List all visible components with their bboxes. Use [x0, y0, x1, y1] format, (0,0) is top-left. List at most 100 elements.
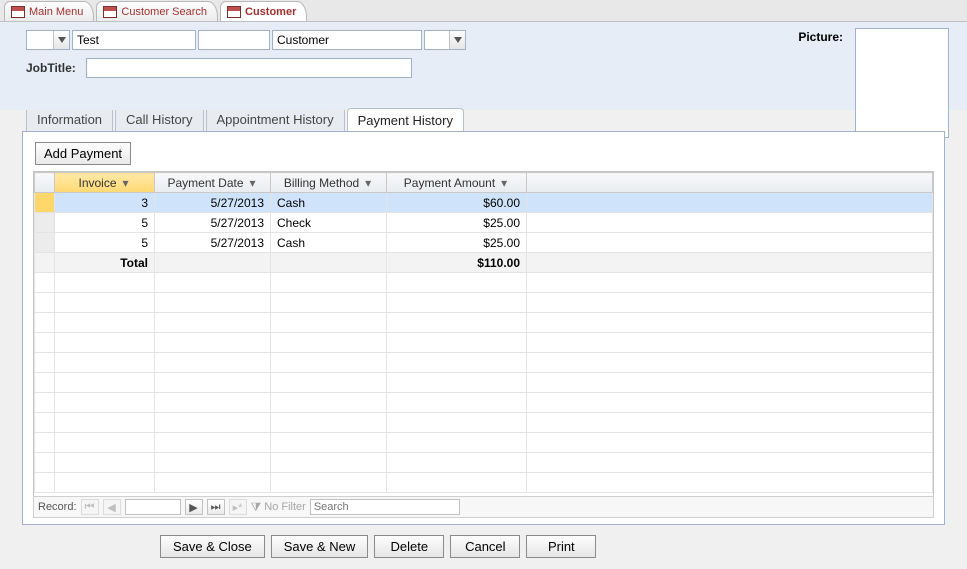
- save-new-button[interactable]: Save & New: [271, 535, 369, 558]
- nav-first-icon[interactable]: ⏮: [81, 499, 99, 515]
- form-icon: [11, 6, 25, 18]
- cell-empty: [155, 253, 271, 273]
- first-name-field[interactable]: [72, 30, 196, 50]
- nav-prev-icon[interactable]: ◀: [103, 499, 121, 515]
- col-label: Billing Method: [284, 176, 359, 190]
- name-prefix-input[interactable]: [27, 31, 53, 49]
- cell-invoice[interactable]: 5: [55, 213, 155, 233]
- record-search-input[interactable]: [310, 499, 460, 515]
- empty-row: [35, 413, 933, 433]
- cell-spacer: [527, 233, 933, 253]
- cell-method[interactable]: Cash: [271, 233, 387, 253]
- window-tab-bar: Main Menu Customer Search Customer: [0, 0, 967, 22]
- cell-spacer: [527, 213, 933, 233]
- empty-row: [35, 433, 933, 453]
- empty-row: [35, 453, 933, 473]
- col-label: Invoice: [78, 176, 116, 190]
- empty-row: [35, 353, 933, 373]
- cell-date[interactable]: 5/27/2013: [155, 213, 271, 233]
- print-button[interactable]: Print: [526, 535, 596, 558]
- col-payment-date[interactable]: Payment Date ▾: [155, 173, 271, 193]
- tab-call-history[interactable]: Call History: [115, 107, 203, 131]
- save-close-button[interactable]: Save & Close: [160, 535, 265, 558]
- cell-empty: [271, 253, 387, 273]
- filter-indicator[interactable]: ⧩ No Filter: [251, 500, 306, 515]
- chevron-down-icon[interactable]: [449, 31, 465, 49]
- cell-spacer: [527, 193, 933, 213]
- name-suffix-combo[interactable]: [424, 30, 466, 50]
- window-tab-label: Main Menu: [29, 6, 83, 18]
- totals-row: Total $110.00: [35, 253, 933, 273]
- nav-last-icon[interactable]: ⏭: [207, 499, 225, 515]
- cell-invoice[interactable]: 5: [55, 233, 155, 253]
- job-title-label: JobTitle:: [26, 61, 76, 75]
- row-selector[interactable]: [35, 233, 55, 253]
- job-title-input[interactable]: [87, 59, 411, 77]
- empty-row: [35, 273, 933, 293]
- col-invoice[interactable]: Invoice ▾: [55, 173, 155, 193]
- col-label: Payment Date: [167, 176, 243, 190]
- table-row[interactable]: 3 5/27/2013 Cash $60.00: [35, 193, 933, 213]
- chevron-down-icon[interactable]: ▾: [121, 176, 131, 190]
- action-bar: Save & Close Save & New Delete Cancel Pr…: [0, 525, 967, 558]
- nav-next-icon[interactable]: ▶: [185, 499, 203, 515]
- window-tab-label: Customer Search: [121, 6, 207, 18]
- first-name-input[interactable]: [73, 31, 195, 49]
- table-row[interactable]: 5 5/27/2013 Cash $25.00: [35, 233, 933, 253]
- tab-payment-history[interactable]: Payment History: [347, 108, 464, 132]
- cell-method[interactable]: Check: [271, 213, 387, 233]
- cell-amount[interactable]: $25.00: [387, 213, 527, 233]
- empty-row: [35, 373, 933, 393]
- tab-information[interactable]: Information: [26, 107, 113, 131]
- chevron-down-icon[interactable]: ▾: [248, 176, 258, 190]
- empty-row: [35, 473, 933, 493]
- window-tab-label: Customer: [245, 6, 296, 18]
- form-icon: [227, 6, 241, 18]
- empty-row: [35, 313, 933, 333]
- name-suffix-input[interactable]: [425, 31, 449, 49]
- totals-amount: $110.00: [387, 253, 527, 273]
- tab-appointment-history[interactable]: Appointment History: [206, 107, 345, 131]
- cell-amount[interactable]: $25.00: [387, 233, 527, 253]
- last-name-input[interactable]: [273, 31, 421, 49]
- grid-header-row: Invoice ▾ Payment Date ▾ Billing Method ▾ P…: [35, 173, 933, 193]
- cell-method[interactable]: Cash: [271, 193, 387, 213]
- cell-amount[interactable]: $60.00: [387, 193, 527, 213]
- row-selector[interactable]: [35, 213, 55, 233]
- cell-invoice[interactable]: 3: [55, 193, 155, 213]
- window-tab-customer-search[interactable]: Customer Search: [96, 1, 218, 21]
- chevron-down-icon[interactable]: [53, 31, 69, 49]
- col-spacer: [527, 173, 933, 193]
- record-navigator: Record: ⏮ ◀ ▶ ⏭ ▸* ⧩ No Filter: [33, 496, 934, 518]
- nav-new-icon[interactable]: ▸*: [229, 499, 247, 515]
- record-number-input[interactable]: [125, 499, 181, 515]
- row-selector[interactable]: [35, 193, 55, 213]
- window-tab-main-menu[interactable]: Main Menu: [4, 1, 94, 21]
- picture-box[interactable]: [855, 28, 949, 138]
- last-name-field[interactable]: [272, 30, 422, 50]
- col-billing-method[interactable]: Billing Method ▾: [271, 173, 387, 193]
- cell-date[interactable]: 5/27/2013: [155, 233, 271, 253]
- middle-name-input[interactable]: [199, 31, 269, 49]
- row-selector-header[interactable]: [35, 173, 55, 193]
- col-payment-amount[interactable]: Payment Amount ▾: [387, 173, 527, 193]
- empty-row: [35, 393, 933, 413]
- col-label: Payment Amount: [404, 176, 495, 190]
- table-row[interactable]: 5 5/27/2013 Check $25.00: [35, 213, 933, 233]
- no-filter-label: No Filter: [264, 501, 306, 513]
- add-payment-button[interactable]: Add Payment: [35, 142, 131, 165]
- window-tab-customer[interactable]: Customer: [220, 1, 307, 21]
- cell-date[interactable]: 5/27/2013: [155, 193, 271, 213]
- name-prefix-combo[interactable]: [26, 30, 70, 50]
- cancel-button[interactable]: Cancel: [450, 535, 520, 558]
- chevron-down-icon[interactable]: ▾: [499, 176, 509, 190]
- job-title-field[interactable]: [86, 58, 412, 78]
- cell-spacer: [527, 253, 933, 273]
- payments-grid: Invoice ▾ Payment Date ▾ Billing Method ▾ P…: [33, 171, 934, 497]
- form-icon: [103, 6, 117, 18]
- chevron-down-icon[interactable]: ▾: [363, 176, 373, 190]
- middle-name-field[interactable]: [198, 30, 270, 50]
- picture-label: Picture:: [798, 30, 843, 44]
- delete-button[interactable]: Delete: [374, 535, 444, 558]
- empty-row: [35, 293, 933, 313]
